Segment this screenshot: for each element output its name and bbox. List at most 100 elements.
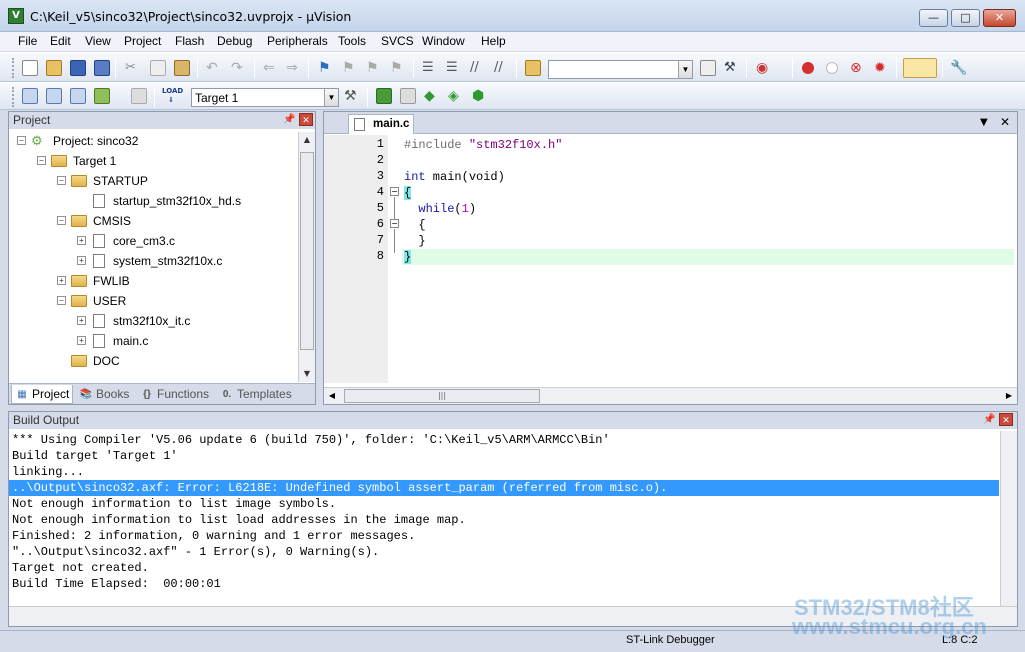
scroll-up-icon[interactable]: ▲: [299, 132, 315, 148]
pin-icon[interactable]: 📌: [983, 414, 995, 425]
manage-project-items-icon[interactable]: [376, 88, 392, 104]
comment-icon[interactable]: //: [470, 60, 486, 76]
expand-icon[interactable]: +: [57, 276, 66, 285]
unindent-icon[interactable]: ☰: [446, 60, 462, 76]
rebuild-icon[interactable]: [70, 88, 86, 104]
kill-breakpoints-icon[interactable]: ✹: [874, 60, 890, 76]
scroll-thumb[interactable]: |||: [344, 389, 540, 403]
close-icon[interactable]: ✕: [999, 413, 1013, 426]
build-output-line[interactable]: Build target 'Target 1': [9, 448, 999, 464]
toolbar-grip[interactable]: [12, 58, 15, 78]
collapse-icon[interactable]: −: [37, 156, 46, 165]
open-folder-icon[interactable]: [46, 60, 62, 76]
fold-toggle-icon[interactable]: −: [390, 187, 399, 196]
code-line[interactable]: {: [402, 217, 1014, 233]
menu-svcs[interactable]: SVCS: [381, 34, 414, 48]
tree-item[interactable]: − STARTUP: [9, 172, 299, 190]
save-all-icon[interactable]: [94, 60, 110, 76]
tab-list-icon[interactable]: ▼: [980, 117, 988, 128]
code-line[interactable]: int main(void): [402, 169, 1014, 185]
close-tab-icon[interactable]: ✕: [1000, 115, 1010, 129]
download-icon[interactable]: LOAD ⇓: [162, 87, 183, 105]
expand-icon[interactable]: +: [77, 336, 86, 345]
insert-breakpoint-icon[interactable]: [802, 62, 814, 74]
menu-help[interactable]: Help: [481, 34, 506, 48]
build-output-text[interactable]: *** Using Compiler 'V5.06 update 6 (buil…: [9, 431, 999, 606]
tree-item[interactable]: − CMSIS: [9, 212, 299, 230]
menu-tools[interactable]: Tools: [338, 34, 366, 48]
collapse-icon[interactable]: −: [57, 296, 66, 305]
close-icon[interactable]: ✕: [299, 113, 313, 126]
nav-back-icon[interactable]: ⇐: [263, 60, 279, 76]
build-output-line[interactable]: *** Using Compiler 'V5.06 update 6 (buil…: [9, 432, 999, 448]
configure-tools-icon[interactable]: 🔧: [950, 60, 967, 76]
cut-icon[interactable]: ✂: [125, 60, 141, 76]
save-icon[interactable]: [70, 60, 86, 76]
disable-breakpoints-icon[interactable]: ⊗: [850, 60, 866, 76]
scroll-down-icon[interactable]: ▼: [299, 366, 315, 382]
indent-icon[interactable]: ☰: [422, 60, 438, 76]
bookmark-icon[interactable]: ⚑: [318, 60, 334, 76]
expand-icon[interactable]: +: [77, 316, 86, 325]
new-file-icon[interactable]: [22, 60, 38, 76]
menu-peripherals[interactable]: Peripherals: [267, 34, 328, 48]
expand-icon[interactable]: +: [77, 236, 86, 245]
incremental-find-icon[interactable]: ⚒: [724, 60, 740, 76]
chevron-down-icon[interactable]: ▼: [678, 61, 692, 78]
pin-icon[interactable]: 📌: [283, 114, 295, 125]
target-options-icon[interactable]: ⚒: [344, 88, 360, 104]
menu-window[interactable]: Window: [422, 34, 465, 48]
build-icon[interactable]: [46, 88, 62, 104]
code-line[interactable]: [402, 153, 1014, 169]
code-line[interactable]: }: [402, 233, 1014, 249]
build-output-line[interactable]: linking...: [9, 464, 999, 480]
collapse-icon[interactable]: −: [57, 176, 66, 185]
tab-books[interactable]: 📚 Books: [76, 385, 134, 404]
collapse-icon[interactable]: −: [17, 136, 26, 145]
expand-icon[interactable]: +: [77, 256, 86, 265]
prev-bookmark-icon[interactable]: ⚑: [342, 60, 358, 76]
scroll-thumb[interactable]: [300, 152, 314, 350]
clear-bookmarks-icon[interactable]: ⚑: [390, 60, 406, 76]
tab-functions[interactable]: {} Functions: [137, 385, 215, 404]
uncomment-icon[interactable]: //: [494, 60, 510, 76]
select-packs-icon[interactable]: ◈: [448, 88, 464, 104]
tree-item[interactable]: − USER: [9, 292, 299, 310]
copy-icon[interactable]: [150, 60, 166, 76]
build-output-line[interactable]: Not enough information to list image sym…: [9, 496, 999, 512]
minimize-button[interactable]: —: [919, 9, 948, 27]
menu-debug[interactable]: Debug: [217, 34, 252, 48]
menu-project[interactable]: Project: [124, 34, 161, 48]
manage-rte-icon[interactable]: ◆: [424, 88, 440, 104]
scroll-left-icon[interactable]: ◀: [324, 388, 340, 404]
enable-breakpoint-icon[interactable]: [826, 62, 838, 74]
editor-horizontal-scrollbar[interactable]: ◀ ||| ▶: [324, 387, 1017, 404]
next-bookmark-icon[interactable]: ⚑: [366, 60, 382, 76]
tree-item[interactable]: startup_stm32f10x_hd.s: [9, 192, 299, 210]
code-line[interactable]: while(1): [402, 201, 1014, 217]
collapse-icon[interactable]: −: [57, 216, 66, 225]
nav-forward-icon[interactable]: ⇒: [286, 60, 302, 76]
chevron-down-icon[interactable]: ▼: [324, 89, 338, 106]
build-output-error-line[interactable]: ..\Output\sinco32.axf: Error: L6218E: Un…: [9, 480, 999, 496]
build-output-line[interactable]: "..\Output\sinco32.axf" - 1 Error(s), 0 …: [9, 544, 999, 560]
build-output-line[interactable]: Not enough information to list load addr…: [9, 512, 999, 528]
scroll-right-icon[interactable]: ▶: [1001, 388, 1017, 404]
target-combo[interactable]: Target 1 ▼: [191, 88, 339, 107]
code-line[interactable]: }: [402, 249, 1014, 265]
menu-file[interactable]: File: [18, 34, 37, 48]
file-extensions-icon[interactable]: [400, 88, 416, 104]
batch-build-icon[interactable]: [94, 88, 110, 104]
maximize-button[interactable]: □: [951, 9, 980, 27]
tab-templates[interactable]: 0. Templates: [217, 385, 301, 404]
menu-edit[interactable]: Edit: [50, 34, 71, 48]
tree-item[interactable]: + main.c: [9, 332, 299, 350]
stop-build-icon[interactable]: [131, 88, 147, 104]
code-area[interactable]: #include "stm32f10x.h" int main(void) { wh…: [402, 135, 1014, 383]
find-combo[interactable]: ▼: [548, 60, 693, 79]
code-line[interactable]: #include "stm32f10x.h": [402, 137, 1014, 153]
tree-item[interactable]: − Target 1: [9, 152, 299, 170]
output-vertical-scrollbar[interactable]: [1000, 431, 1017, 606]
menu-view[interactable]: View: [85, 34, 111, 48]
tree-item[interactable]: DOC: [9, 352, 299, 370]
